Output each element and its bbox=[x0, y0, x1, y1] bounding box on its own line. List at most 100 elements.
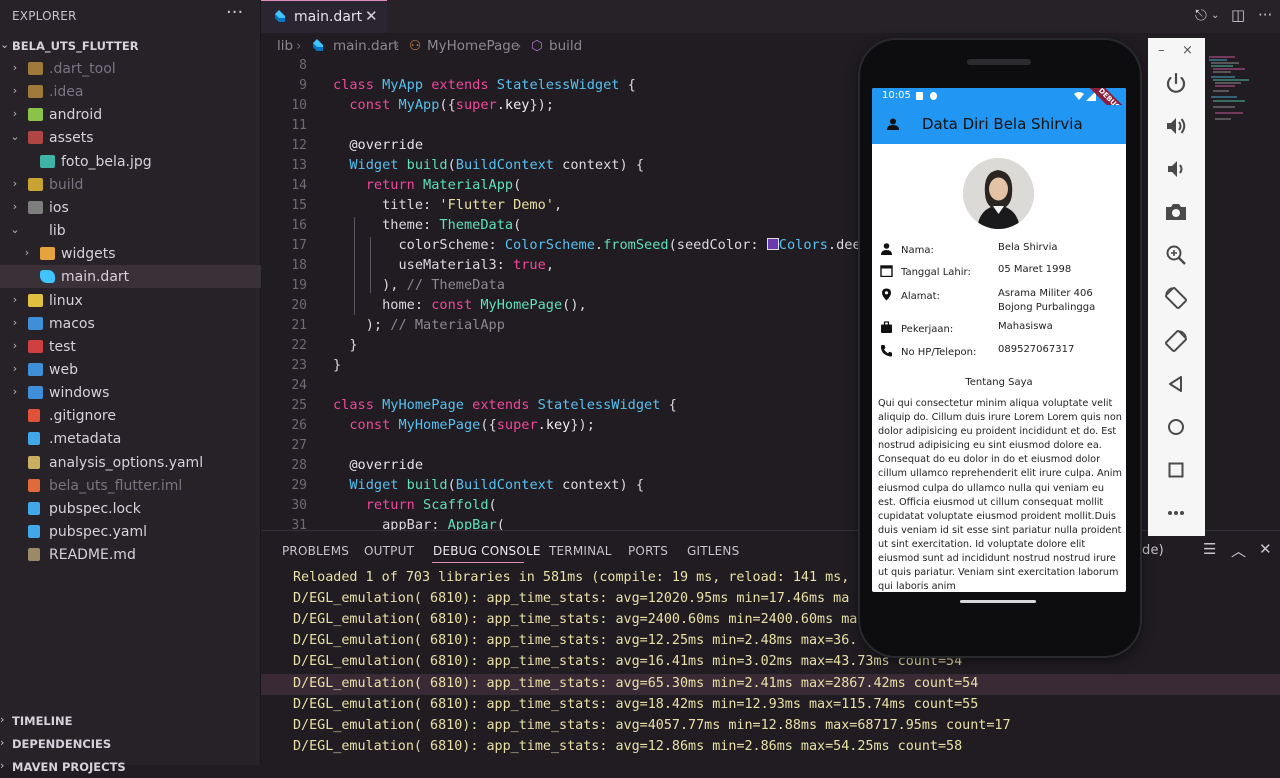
minimize-window-icon[interactable]: – bbox=[1158, 43, 1165, 58]
tree-item[interactable]: pubspec.yaml bbox=[0, 520, 261, 543]
volume-down-icon[interactable] bbox=[1162, 155, 1190, 183]
tab-gitlens[interactable]: GITLENS bbox=[687, 544, 739, 558]
code-line: @override bbox=[349, 457, 424, 473]
folder-icon bbox=[28, 108, 43, 122]
tree-item-label: pubspec.yaml bbox=[49, 524, 147, 540]
split-editor-icon[interactable]: ◫ bbox=[1231, 6, 1245, 24]
run-debug-icon[interactable]: ⎋ bbox=[1195, 6, 1207, 24]
tree-item[interactable]: › build bbox=[0, 173, 261, 196]
breadcrumb-class[interactable]: MyHomePage bbox=[427, 38, 519, 54]
wifi-icon bbox=[1074, 92, 1084, 100]
console-line: D/EGL_emulation( 6810): app_time_stats: … bbox=[261, 695, 1280, 716]
console-line: D/EGL_emulation( 6810): app_time_stats: … bbox=[261, 737, 1280, 758]
tab-debug-console[interactable]: DEBUG CONSOLE bbox=[433, 544, 541, 558]
overview-icon[interactable] bbox=[1162, 456, 1190, 484]
power-icon[interactable] bbox=[1162, 70, 1190, 98]
line-number: 29 bbox=[291, 478, 307, 493]
zoom-icon[interactable] bbox=[1162, 241, 1190, 269]
maximize-panel-icon[interactable]: ︿ bbox=[1231, 540, 1246, 561]
tree-item[interactable]: .metadata bbox=[0, 427, 261, 450]
tree-item[interactable]: foto_bela.jpg bbox=[0, 150, 261, 173]
code-line: class MyHomePage extends StatelessWidget… bbox=[333, 397, 677, 413]
tree-item[interactable]: › linux bbox=[0, 289, 261, 312]
code-editor[interactable]: 8 9 10 11 12 13 14 15 16 17 18 19 20 21 22 23 24 25 26 27 28… bbox=[261, 57, 861, 530]
console-line-text: D/EGL_emulation( 6810): app_time_stats: … bbox=[293, 717, 1011, 733]
breadcrumb-file[interactable]: main.dart bbox=[333, 38, 399, 54]
breadcrumb-method[interactable]: build bbox=[549, 38, 582, 54]
workspace-root[interactable]: ⌄ BELA_UTS_FLUTTER bbox=[0, 36, 261, 56]
tree-item[interactable]: .gitignore bbox=[0, 404, 261, 427]
chevron-right-icon: › bbox=[12, 199, 18, 213]
section-timeline[interactable]: › TIMELINE bbox=[0, 710, 261, 732]
line-number: 24 bbox=[291, 378, 307, 393]
tree-item[interactable]: ⌄ assets bbox=[0, 126, 261, 149]
more-icon[interactable] bbox=[1162, 499, 1190, 527]
close-window-icon[interactable]: × bbox=[1182, 43, 1193, 58]
section-dependencies-label: DEPENDENCIES bbox=[12, 737, 112, 751]
tree-item[interactable]: › ios bbox=[0, 196, 261, 219]
home-indicator[interactable] bbox=[960, 600, 1036, 603]
tree-item[interactable]: analysis_options.yaml bbox=[0, 451, 261, 474]
tree-item[interactable]: README.md bbox=[0, 543, 261, 566]
tree-item[interactable]: pubspec.lock bbox=[0, 497, 261, 520]
tree-item[interactable]: main.dart bbox=[0, 265, 261, 289]
rotate-left-icon[interactable] bbox=[1162, 284, 1190, 312]
folder-icon bbox=[28, 131, 43, 145]
tree-item[interactable]: › .dart_tool bbox=[0, 57, 261, 80]
home-icon[interactable] bbox=[1162, 413, 1190, 441]
phone-screen[interactable]: 10:05 DEBUG Data Diri Bela Shirvia Nama:… bbox=[872, 88, 1126, 592]
phone-speaker bbox=[967, 59, 1031, 65]
tab-main-dart[interactable]: main.dart ✕ bbox=[261, 0, 387, 33]
chevron-down-icon: ⌄ bbox=[10, 223, 20, 237]
tree-item-label: lib bbox=[49, 223, 66, 240]
line-number: 15 bbox=[291, 198, 307, 213]
tree-item[interactable]: ⌄ lib bbox=[0, 219, 261, 242]
android-emulator-phone: 10:05 DEBUG Data Diri Bela Shirvia Nama:… bbox=[860, 40, 1140, 656]
tab-output[interactable]: OUTPUT bbox=[364, 544, 414, 558]
tree-item[interactable]: › macos bbox=[0, 312, 261, 335]
line-number: 12 bbox=[291, 138, 307, 153]
class-icon: ⚇ bbox=[409, 38, 422, 54]
tab-ports[interactable]: PORTS bbox=[628, 544, 668, 558]
console-line-text: D/EGL_emulation( 6810): app_time_stats: … bbox=[293, 675, 979, 691]
file-icon bbox=[28, 455, 40, 469]
more-actions-icon[interactable]: ··· bbox=[226, 2, 243, 23]
tab-terminal[interactable]: TERMINAL bbox=[549, 544, 612, 558]
tree-item-label: linux bbox=[49, 292, 83, 309]
tree-item[interactable]: bela_uts_flutter.iml bbox=[0, 474, 261, 497]
volume-up-icon[interactable] bbox=[1162, 112, 1190, 140]
close-panel-icon[interactable]: ✕ bbox=[1259, 540, 1272, 558]
code-line: home: const MyHomePage(), bbox=[333, 297, 587, 313]
line-number: 27 bbox=[291, 438, 307, 453]
tree-item[interactable]: › test bbox=[0, 335, 261, 358]
console-line-text: D/EGL_emulation( 6810): app_time_stats: … bbox=[293, 654, 963, 670]
code-minimap[interactable] bbox=[1205, 55, 1280, 125]
filter-text[interactable]: de) bbox=[1142, 543, 1164, 558]
clear-console-icon[interactable]: ☰ bbox=[1203, 540, 1216, 558]
calendar-icon bbox=[880, 265, 893, 277]
tree-item[interactable]: › web bbox=[0, 358, 261, 381]
tree-item[interactable]: › android bbox=[0, 103, 261, 126]
more-actions-icon[interactable]: ··· bbox=[1258, 6, 1272, 24]
tree-item-label: macos bbox=[49, 315, 95, 332]
tree-item[interactable]: › windows bbox=[0, 381, 261, 404]
tree-item-label: foto_bela.jpg bbox=[61, 153, 152, 170]
chevron-down-icon[interactable]: ⌄ bbox=[1211, 10, 1219, 21]
person-icon bbox=[881, 243, 892, 255]
line-number: 30 bbox=[291, 498, 307, 513]
section-maven-projects[interactable]: › MAVEN PROJECTS bbox=[0, 756, 261, 778]
close-tab-icon[interactable]: ✕ bbox=[365, 7, 378, 25]
notification-icon bbox=[916, 92, 923, 100]
explorer-sidebar: EXPLORER ··· ⌄ BELA_UTS_FLUTTER › .dart_t… bbox=[0, 0, 261, 774]
tab-problems[interactable]: PROBLEMS bbox=[282, 544, 349, 558]
back-icon[interactable] bbox=[1162, 370, 1190, 398]
tree-item[interactable]: › widgets bbox=[0, 242, 261, 265]
breadcrumb-lib[interactable]: lib bbox=[277, 38, 293, 54]
camera-icon[interactable] bbox=[1162, 198, 1190, 226]
console-line: D/EGL_emulation( 6810): app_time_stats: … bbox=[261, 673, 1280, 695]
active-tab-indicator bbox=[432, 562, 524, 563]
tree-item-label: .metadata bbox=[49, 431, 122, 448]
tree-item[interactable]: › .idea bbox=[0, 80, 261, 103]
section-dependencies[interactable]: › DEPENDENCIES bbox=[0, 733, 261, 755]
rotate-right-icon[interactable] bbox=[1162, 327, 1190, 355]
